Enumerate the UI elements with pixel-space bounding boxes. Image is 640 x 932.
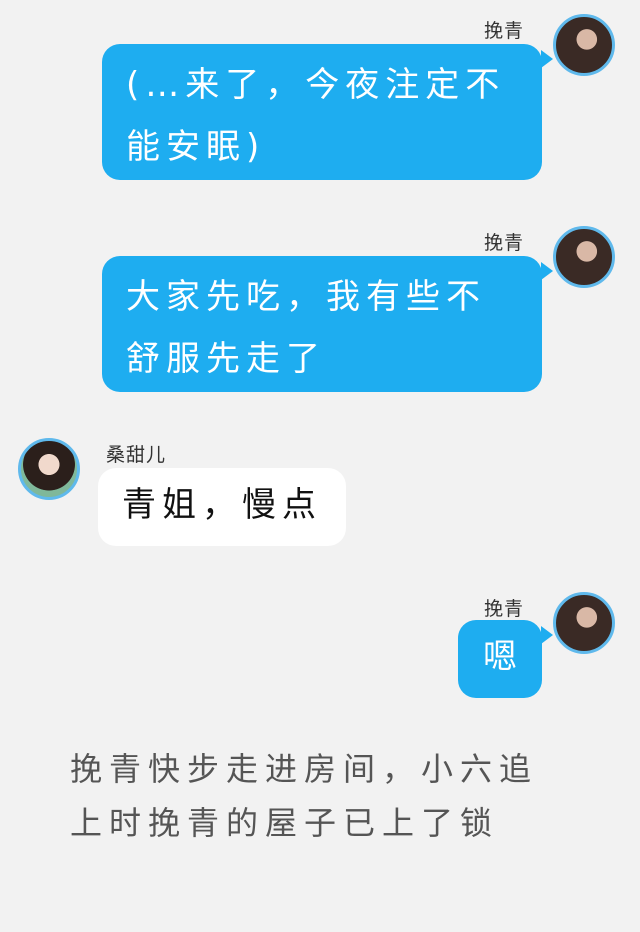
message-bubble[interactable]: (…来了，今夜注定不能安眠) xyxy=(102,44,542,180)
sender-name: 挽青 xyxy=(484,232,525,254)
avatar[interactable] xyxy=(553,226,615,288)
message-bubble[interactable]: 青姐，慢点 xyxy=(98,468,346,546)
bubble-tail xyxy=(541,262,553,280)
sender-name: 挽青 xyxy=(484,20,525,42)
message-bubble[interactable]: 嗯 xyxy=(458,620,542,698)
sender-name: 桑甜儿 xyxy=(106,444,167,466)
sender-name: 挽青 xyxy=(484,598,525,620)
avatar[interactable] xyxy=(553,14,615,76)
message-bubble[interactable]: 大家先吃，我有些不舒服先走了 xyxy=(102,256,542,392)
bubble-tail xyxy=(541,50,553,68)
bubble-tail xyxy=(541,626,553,644)
avatar[interactable] xyxy=(18,438,80,500)
narration-text: 挽青快步走进房间，小六追上时挽青的屋子已上了锁 xyxy=(70,750,539,842)
avatar[interactable] xyxy=(553,592,615,654)
